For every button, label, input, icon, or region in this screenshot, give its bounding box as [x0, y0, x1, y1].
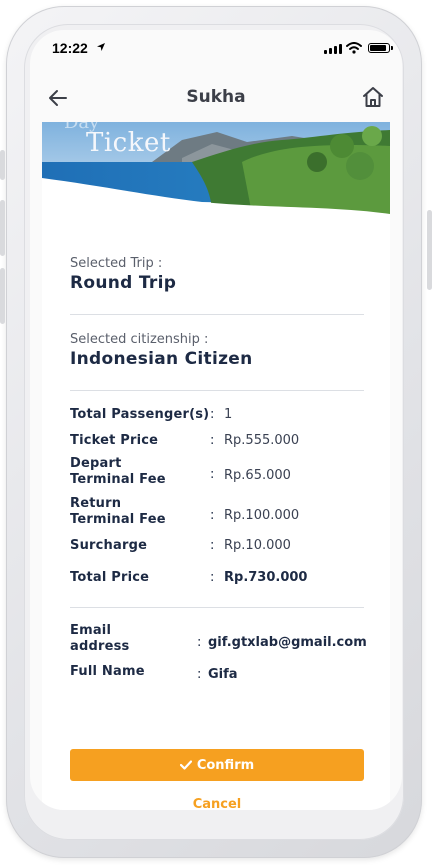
summary-key-return-fee: Return Terminal Fee — [70, 496, 166, 527]
divider — [70, 390, 364, 391]
divider — [70, 314, 364, 315]
status-time: 12:22 — [52, 40, 88, 56]
summary-value-surcharge: Rp.10.000 — [224, 538, 291, 553]
summary-colon: : — [210, 433, 215, 448]
summary-key-ticket-price: Ticket Price — [70, 433, 159, 448]
summary-key-total-price: Total Price — [70, 570, 150, 585]
wifi-icon — [346, 42, 362, 54]
page-title: Sukha — [186, 87, 246, 107]
contact-key-full-name: Full Name — [70, 664, 145, 679]
volume-down-button — [0, 268, 5, 324]
contact-colon: : — [197, 667, 202, 682]
summary-colon: : — [210, 508, 215, 523]
summary-colon: : — [210, 570, 215, 585]
status-bar: 12:22 — [30, 30, 402, 70]
summary-value-passengers: 1 — [224, 407, 233, 422]
location-arrow-icon — [97, 43, 105, 51]
summary-colon: : — [210, 407, 215, 422]
ticket-banner: Day Ticket — [42, 122, 390, 214]
cancel-button[interactable]: Cancel — [70, 797, 364, 810]
battery-icon — [368, 43, 393, 53]
contact-value-email: gif.gtxlab@gmail.com — [208, 635, 367, 650]
confirm-button[interactable]: Confirm — [70, 749, 364, 781]
power-button — [427, 210, 432, 290]
summary-key-depart-fee: Depart Terminal Fee — [70, 456, 166, 487]
banner-title: Ticket — [86, 128, 171, 158]
check-icon — [179, 760, 192, 770]
summary-colon: : — [210, 467, 215, 482]
summary-value-ticket-price: Rp.555.000 — [224, 433, 300, 448]
summary-value-depart-fee: Rp.65.000 — [224, 468, 291, 483]
contact-colon: : — [197, 635, 202, 650]
contact-value-full-name: Gifa — [208, 667, 238, 682]
contact-key-email: Email address — [70, 623, 130, 654]
selected-citizenship-value: Indonesian Citizen — [70, 349, 253, 369]
ticket-summary-card: Day Ticket Selected Trip : Round Trip Se… — [42, 122, 390, 810]
selected-trip-label: Selected Trip : — [70, 256, 163, 271]
cellular-signal-icon — [324, 44, 342, 54]
summary-key-passengers: Total Passenger(s) — [70, 407, 210, 422]
confirm-button-label: Confirm — [196, 757, 255, 773]
selected-citizenship-label: Selected citizenship : — [70, 332, 209, 347]
summary-value-return-fee: Rp.100.000 — [224, 508, 300, 523]
summary-value-total-price: Rp.730.000 — [224, 570, 308, 585]
app-screen: 12:22 Sukha Day Ticket Selected Trip: R… — [30, 30, 402, 810]
volume-up-button — [0, 200, 5, 256]
mute-switch — [0, 150, 5, 180]
summary-key-surcharge: Surcharge — [70, 538, 148, 553]
selected-trip-value: Round Trip — [70, 273, 177, 293]
summary-colon: : — [210, 538, 215, 553]
home-icon[interactable] — [360, 84, 386, 110]
divider — [70, 607, 364, 608]
nav-bar: Sukha — [30, 80, 402, 116]
